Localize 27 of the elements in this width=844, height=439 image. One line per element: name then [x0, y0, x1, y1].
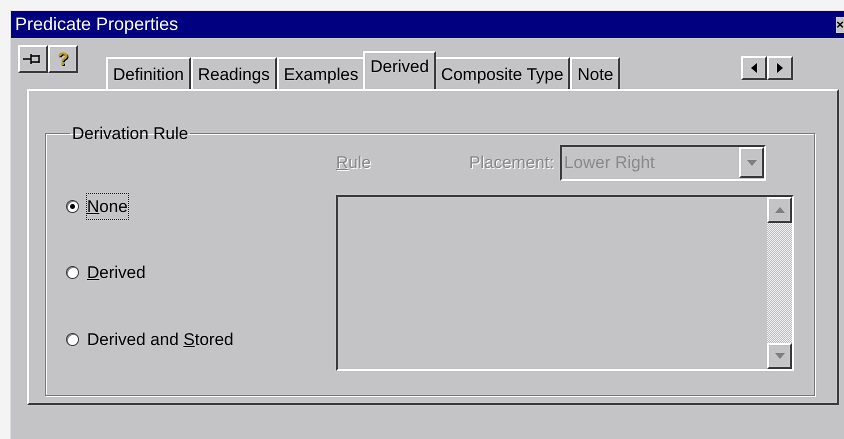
question-mark-icon: ?	[58, 50, 68, 68]
close-button[interactable]: ×	[836, 16, 844, 32]
placement-label: Placement:	[469, 152, 554, 174]
radio-label: Derived and Stored	[87, 328, 234, 350]
radio-button[interactable]	[66, 332, 79, 346]
down-triangle-icon	[774, 353, 784, 359]
tab[interactable]: Derived	[363, 51, 436, 89]
up-triangle-icon	[774, 207, 784, 214]
pushpin-icon	[23, 52, 43, 66]
radio-label: None	[87, 194, 128, 219]
scroll-right-button[interactable]	[767, 56, 793, 80]
rule-label: Rule	[336, 152, 372, 174]
radio-button[interactable]	[66, 266, 79, 280]
group-title: Derivation Rule	[71, 123, 190, 145]
tab[interactable]: Composite Type	[434, 57, 570, 89]
left-triangle-icon	[751, 63, 757, 73]
tab[interactable]: Examples	[276, 57, 366, 89]
tab[interactable]: Definition	[106, 57, 191, 89]
scroll-left-button[interactable]	[741, 56, 767, 80]
tab[interactable]: Readings	[190, 57, 277, 89]
right-triangle-icon	[777, 63, 783, 73]
window-title: Predicate Properties	[15, 13, 178, 36]
dropdown-arrow-icon	[746, 160, 757, 166]
tab[interactable]: Note	[570, 57, 620, 89]
radio-label: Derived	[87, 262, 146, 284]
pin-button[interactable]	[18, 45, 48, 73]
radio-button[interactable]	[66, 200, 79, 213]
